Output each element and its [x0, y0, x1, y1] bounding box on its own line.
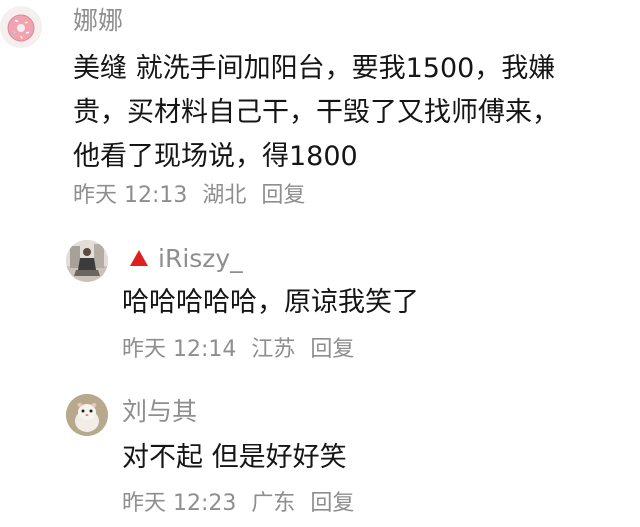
comment-line: 他看了现场说，得1800 [73, 141, 358, 172]
timestamp: 昨天 12:23 [122, 491, 237, 516]
location-label: 江苏 [251, 337, 296, 362]
reply-button[interactable]: 回复 [310, 337, 354, 362]
username[interactable]: 刘与其 [122, 397, 197, 427]
timestamp: 昨天 12:13 [73, 183, 188, 208]
location-label: 湖北 [202, 183, 247, 208]
username-text: iRiszy_ [158, 244, 243, 273]
user-photo-icon [66, 240, 108, 282]
avatar-photo[interactable] [66, 240, 108, 282]
avatar-donut[interactable] [0, 6, 42, 48]
location-label: 广东 [251, 491, 296, 516]
comment-meta: 昨天 12:13 湖北 回复 [73, 182, 313, 210]
reply-text: 哈哈哈哈哈，原谅我笑了 [122, 287, 419, 318]
timestamp: 昨天 12:14 [122, 337, 237, 362]
comment-line: 美缝 就洗手间加阳台，要我1500，我嫌 [73, 53, 556, 84]
username[interactable]: 娜娜 [73, 6, 123, 36]
reply-button[interactable]: 回复 [261, 183, 305, 208]
reply-button[interactable]: 回复 [310, 491, 354, 516]
hamster-icon [66, 394, 108, 436]
avatar-hamster[interactable] [66, 394, 108, 436]
username[interactable]: iRiszy_ [130, 244, 243, 274]
red-triangle-icon [130, 250, 148, 266]
reply-text: 对不起 但是好好笑 [122, 442, 347, 473]
donut-icon [0, 6, 42, 48]
reply-meta: 昨天 12:23 广东 回复 [122, 490, 362, 518]
reply-meta: 昨天 12:14 江苏 回复 [122, 336, 362, 364]
comment-line: 贵，买材料自己干，干毁了又找师傅来， [73, 97, 559, 128]
